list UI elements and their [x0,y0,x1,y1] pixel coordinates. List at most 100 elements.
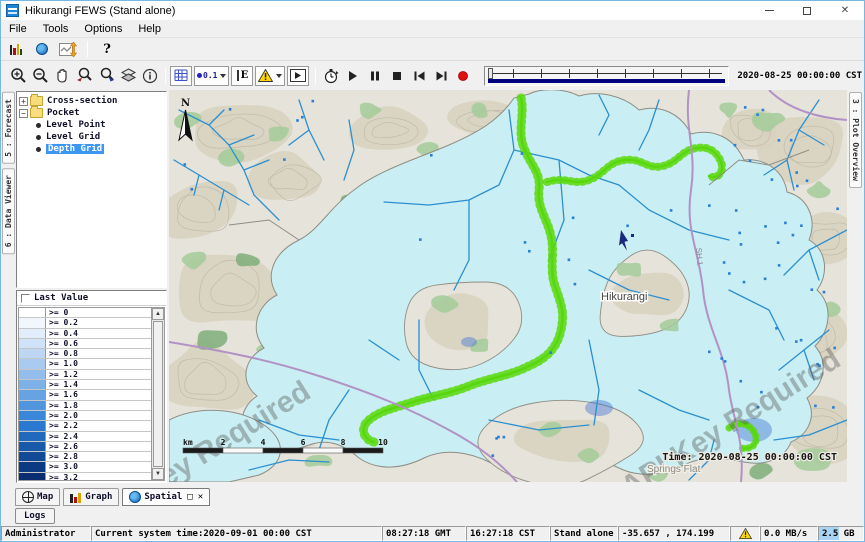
map-canvas[interactable]: SH 1 API Key Required API Key Required [169,90,847,482]
collapse-icon[interactable]: − [19,109,28,118]
legend-row[interactable]: >= 2.6 [19,442,151,452]
pan-hand-icon[interactable] [51,66,73,86]
menu-options[interactable]: Options [76,23,130,35]
zoom-previous-icon[interactable] [73,66,95,86]
legend-row[interactable]: >= 2.0 [19,411,151,421]
logs-button[interactable]: Logs [15,508,55,524]
tree-node-label: Level Point [46,120,106,130]
toolbar-separator [165,68,166,84]
minimize-button[interactable] [750,1,788,20]
legend-swatch [19,329,45,338]
legend-row[interactable]: >= 2.2 [19,421,151,431]
maximize-button[interactable] [788,1,826,20]
timeseries-icon[interactable] [57,39,79,59]
legend-label: >= 0.8 [45,349,151,358]
help-icon: ? [103,42,111,57]
legend-row[interactable]: >= 0 [19,308,151,318]
status-warning-cell[interactable] [730,526,760,541]
tab-map[interactable]: Map [15,488,60,506]
close-tab-icon[interactable]: ✕ [198,492,203,502]
scalebar-label: 8 [341,438,346,447]
scrollbar-thumb[interactable] [153,321,163,467]
info-icon[interactable] [139,66,161,86]
tree-node-level-grid[interactable]: Level Grid [33,131,164,143]
legend-label: >= 0 [45,308,151,317]
zoom-next-icon[interactable] [95,66,117,86]
legend-row[interactable]: >= 0.8 [19,349,151,359]
scroll-up-icon[interactable]: ▲ [152,308,164,320]
time-tick [709,69,710,78]
time-slider[interactable] [484,66,729,86]
globe-wireframe-icon [22,491,34,503]
tab-plot-overview[interactable]: 3 : Plot Overview [849,92,862,188]
animation-panel-icon[interactable] [287,66,309,86]
last-value-checkbox[interactable] [21,294,30,303]
legend-row[interactable]: >= 0.6 [19,339,151,349]
map-display-icon[interactable] [31,39,53,59]
pause-button[interactable] [364,66,386,86]
legend-swatch [19,318,45,327]
database-icon[interactable] [5,39,27,59]
play-button[interactable] [342,66,364,86]
legend-swatch [19,432,45,441]
chevron-down-icon [220,74,226,78]
status-gmt-time: 08:27:18 GMT [382,526,466,541]
legend-row[interactable]: >= 1.6 [19,390,151,400]
legend-row[interactable]: >= 3.2 [19,473,151,480]
warning-dropdown[interactable] [255,66,285,86]
skip-to-start-button[interactable] [408,66,430,86]
tab-forecast[interactable]: 5 : Forecast [2,92,15,164]
status-mode: Stand alone [550,526,618,541]
menu-file[interactable]: File [1,23,35,35]
expand-icon[interactable]: + [19,97,28,106]
menu-help[interactable]: Help [130,23,169,35]
threshold-dropdown[interactable]: 0.1 [194,66,229,86]
animation-timer-icon[interactable] [320,66,342,86]
legend-row[interactable]: >= 1.0 [19,359,151,369]
legend-row[interactable]: >= 2.4 [19,432,151,442]
app-icon [6,4,19,17]
status-memory: 2.5 GB [818,526,864,541]
help-button[interactable]: ? [96,39,118,59]
menu-bar: File Tools Options Help [1,20,864,38]
legend-row[interactable]: >= 2.8 [19,452,151,462]
close-button[interactable]: ✕ [826,1,864,20]
map-view[interactable]: SH 1 API Key Required API Key Required [169,90,847,485]
legend-row[interactable]: >= 3.0 [19,462,151,472]
legend-scrollbar[interactable]: ▲ ▼ [151,308,164,480]
bullet-icon [36,123,41,128]
time-slider-handle[interactable] [488,68,493,79]
legend-swatch [19,339,45,348]
layers-panel: + Cross-section − Pocket Level Point Lev… [16,90,169,485]
zoom-out-icon[interactable] [29,66,51,86]
warning-icon [739,528,752,539]
skip-to-end-button[interactable] [430,66,452,86]
tree-node-cross-section[interactable]: + Cross-section [19,95,164,107]
scroll-down-icon[interactable]: ▼ [152,468,164,480]
tab-spatial[interactable]: Spatial □ ✕ [122,488,210,506]
legend-label: >= 3.2 [45,473,151,480]
legend-row[interactable]: >= 1.2 [19,370,151,380]
scale-ruler-icon[interactable]: E [231,66,253,86]
grid-layer-icon[interactable] [170,66,192,86]
tab-data-viewer[interactable]: 6 : Data Viewer [2,168,15,254]
time-tick [513,69,514,78]
menu-tools[interactable]: Tools [35,23,77,35]
legend-label: >= 1.0 [45,359,151,368]
legend-row[interactable]: >= 0.4 [19,329,151,339]
record-button[interactable] [452,66,474,86]
legend-row[interactable]: >= 1.4 [19,380,151,390]
tab-graph[interactable]: Graph [63,488,119,506]
legend-row[interactable]: >= 0.2 [19,318,151,328]
stop-button[interactable] [386,66,408,86]
zoom-in-icon[interactable] [7,66,29,86]
application-window: Hikurangi FEWS (Stand alone) ✕ File Tool… [0,0,865,542]
tree-node-level-point[interactable]: Level Point [33,119,164,131]
legend-row[interactable]: >= 1.8 [19,401,151,411]
tree-node-pocket[interactable]: − Pocket [19,107,164,119]
tree-node-label: Cross-section [47,96,117,106]
undock-icon[interactable]: □ [187,492,192,502]
layers-icon[interactable] [117,66,139,86]
tree-node-depth-grid[interactable]: Depth Grid [33,143,164,155]
last-value-row[interactable]: Last Value [17,291,166,306]
